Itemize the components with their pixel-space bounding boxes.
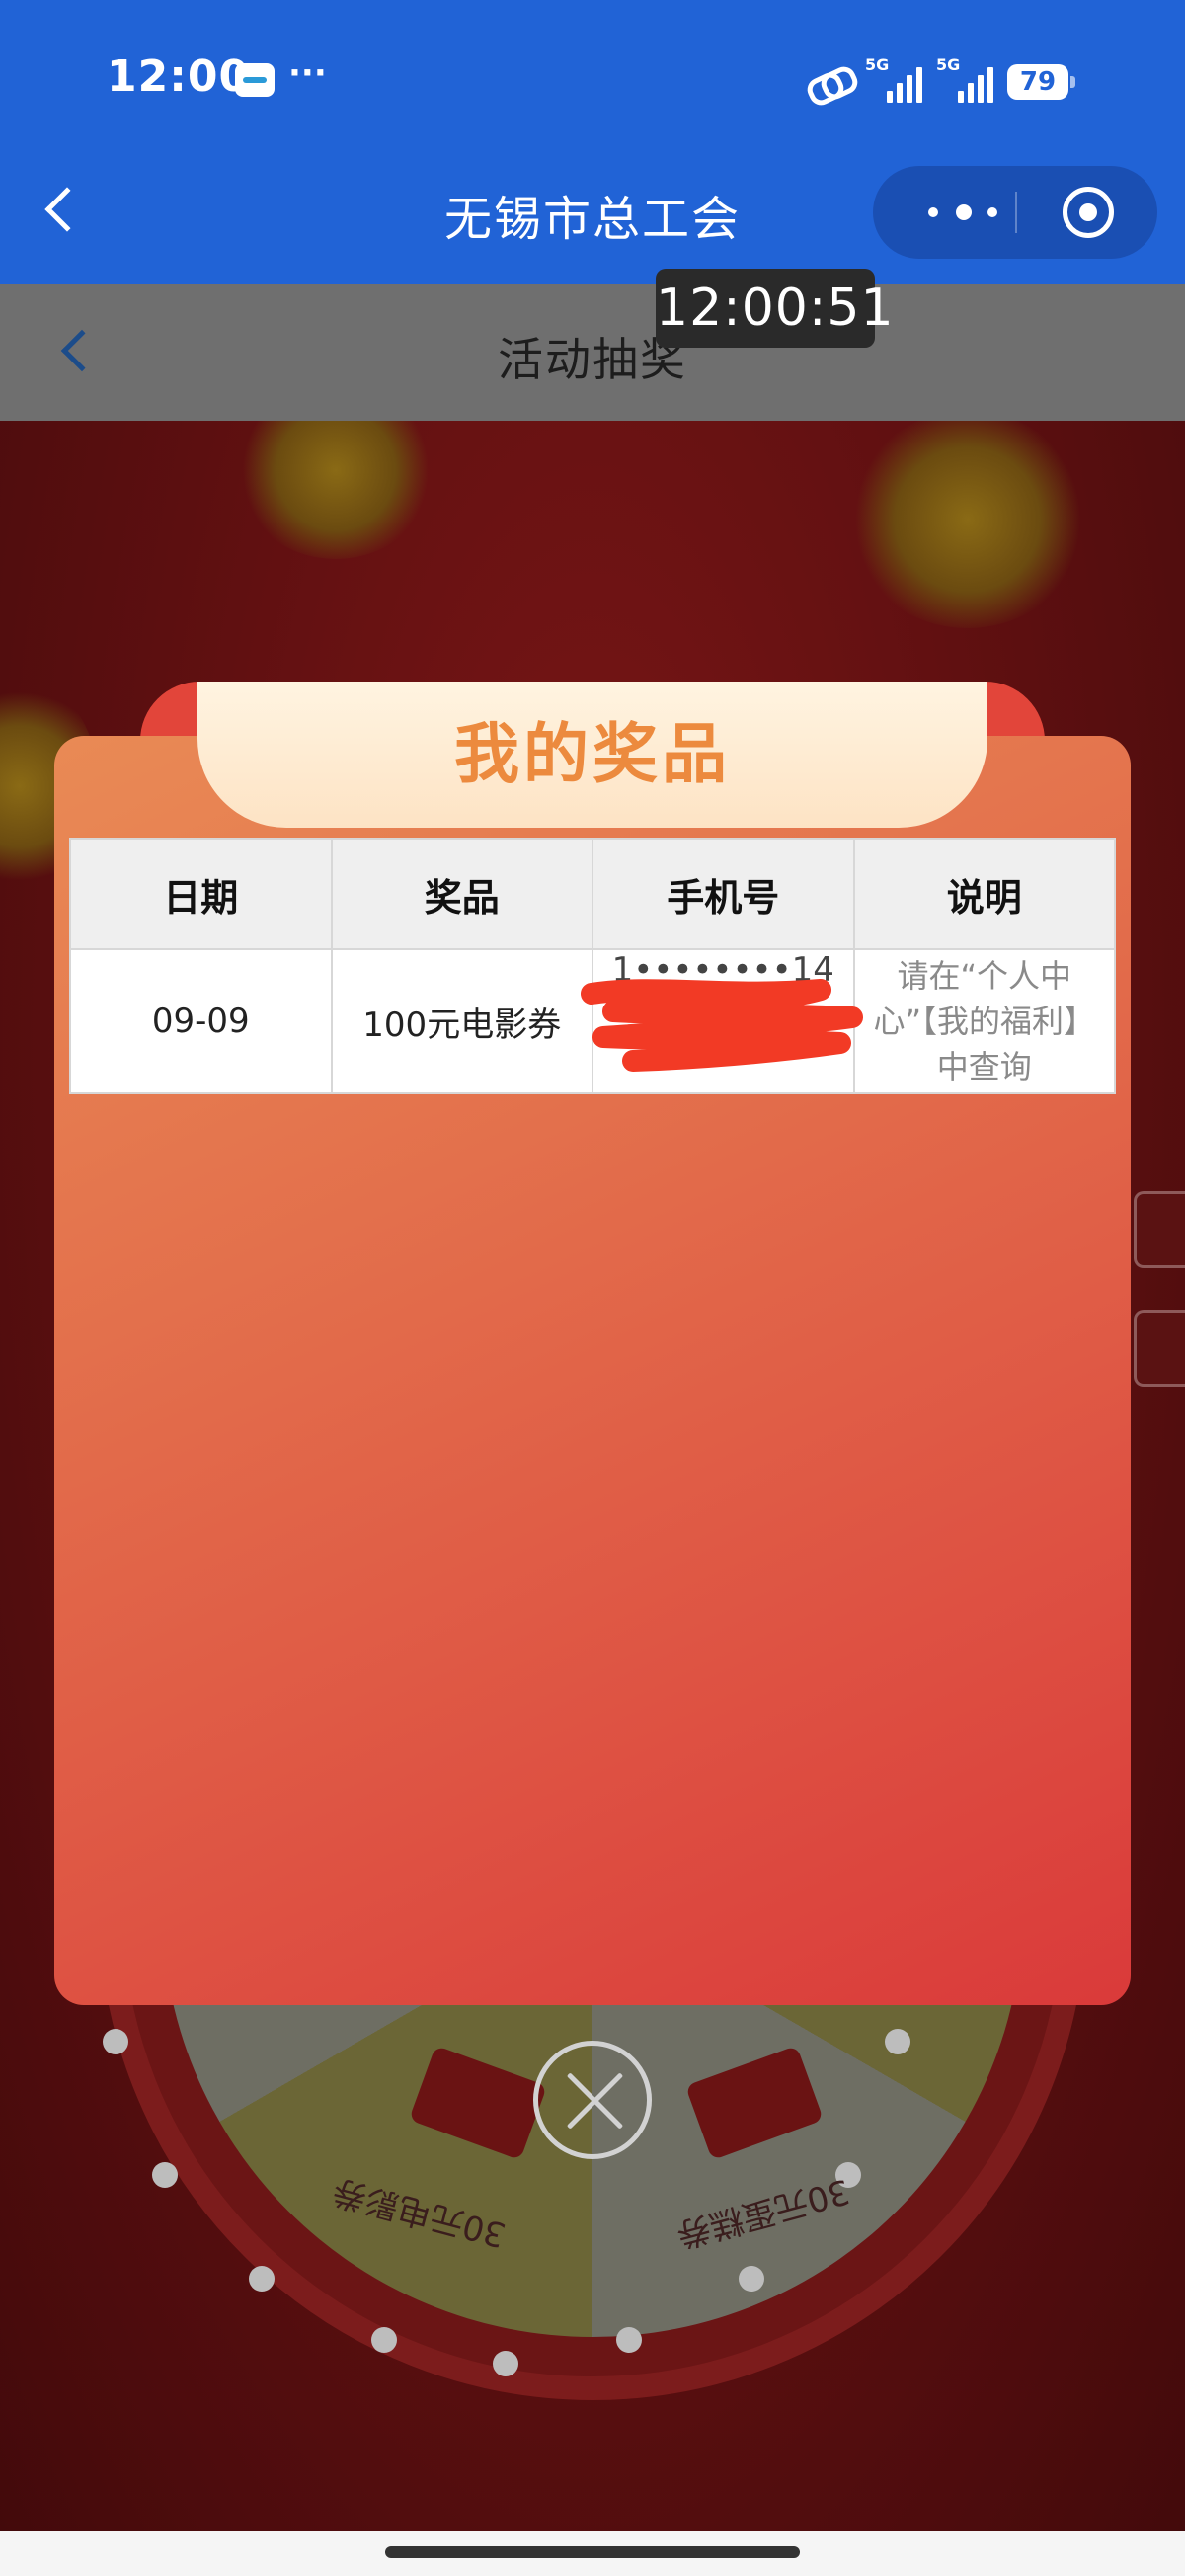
decorative-flower [849,421,1086,628]
status-right-group: 5G 5G 79 [806,55,1075,107]
wheel-light [885,2029,910,2054]
prize-table: 日期 奖品 手机号 说明 09-09 100元电影券 1••••••••14 请… [69,838,1116,1094]
more-options-icon[interactable] [912,166,1015,259]
network-type-label-2: 5G [936,55,961,74]
phone-redaction-wrap: 1••••••••14 [581,950,863,1092]
table-row: 09-09 100元电影券 1••••••••14 请在“个人中心”【我的福利】… [69,948,1116,1094]
column-header-date: 日期 [69,838,333,950]
page-title: 活动抽奖 [498,333,687,386]
redaction-scribble [581,979,863,1072]
wheel-light [739,2266,764,2292]
cell-phone: 1••••••••14 [581,948,863,1094]
column-header-phone: 手机号 [592,838,855,950]
side-tab-rules[interactable] [1134,1191,1185,1268]
decorative-flower [237,421,434,559]
wheel-light [249,2266,275,2292]
wheel-light [493,2351,518,2376]
notification-icon [235,63,275,97]
modal-title: 我的奖品 [454,716,731,792]
column-header-prize: 奖品 [330,838,593,950]
table-header-row: 日期 奖品 手机号 说明 [69,838,1116,950]
home-indicator[interactable] [385,2546,800,2558]
modal-title-banner: 我的奖品 [198,682,988,828]
more-notifications-indicator: ··· [288,53,327,93]
mini-program-capsule [873,166,1157,259]
network-type-label: 5G [865,55,890,74]
close-modal-button[interactable] [533,2041,652,2159]
wheel-light [152,2162,178,2188]
column-header-note: 说明 [852,838,1116,950]
timestamp-overlay: 12:00:51 [656,269,894,348]
signal-icon-2: 5G [936,55,993,105]
top-header: 12:00 ··· 5G 5G 79 无锡市总工会 [0,0,1185,284]
side-tab-prizes[interactable] [1134,1310,1185,1387]
wheel-light [103,2029,128,2054]
cell-note: 请在“个人中心”【我的福利】中查询 [852,948,1116,1094]
cell-date: 09-09 [69,948,333,1094]
wheel-light [371,2327,397,2353]
signal-icon: 5G [865,55,922,105]
hotspot-link-icon [806,65,851,99]
status-time: 12:00 [107,51,251,102]
cell-prize: 100元电影券 [330,948,593,1094]
wheel-light [616,2327,642,2353]
capsule-divider [1015,192,1017,233]
battery-icon: 79 [1007,64,1075,100]
close-mini-program-icon[interactable] [1063,187,1114,238]
